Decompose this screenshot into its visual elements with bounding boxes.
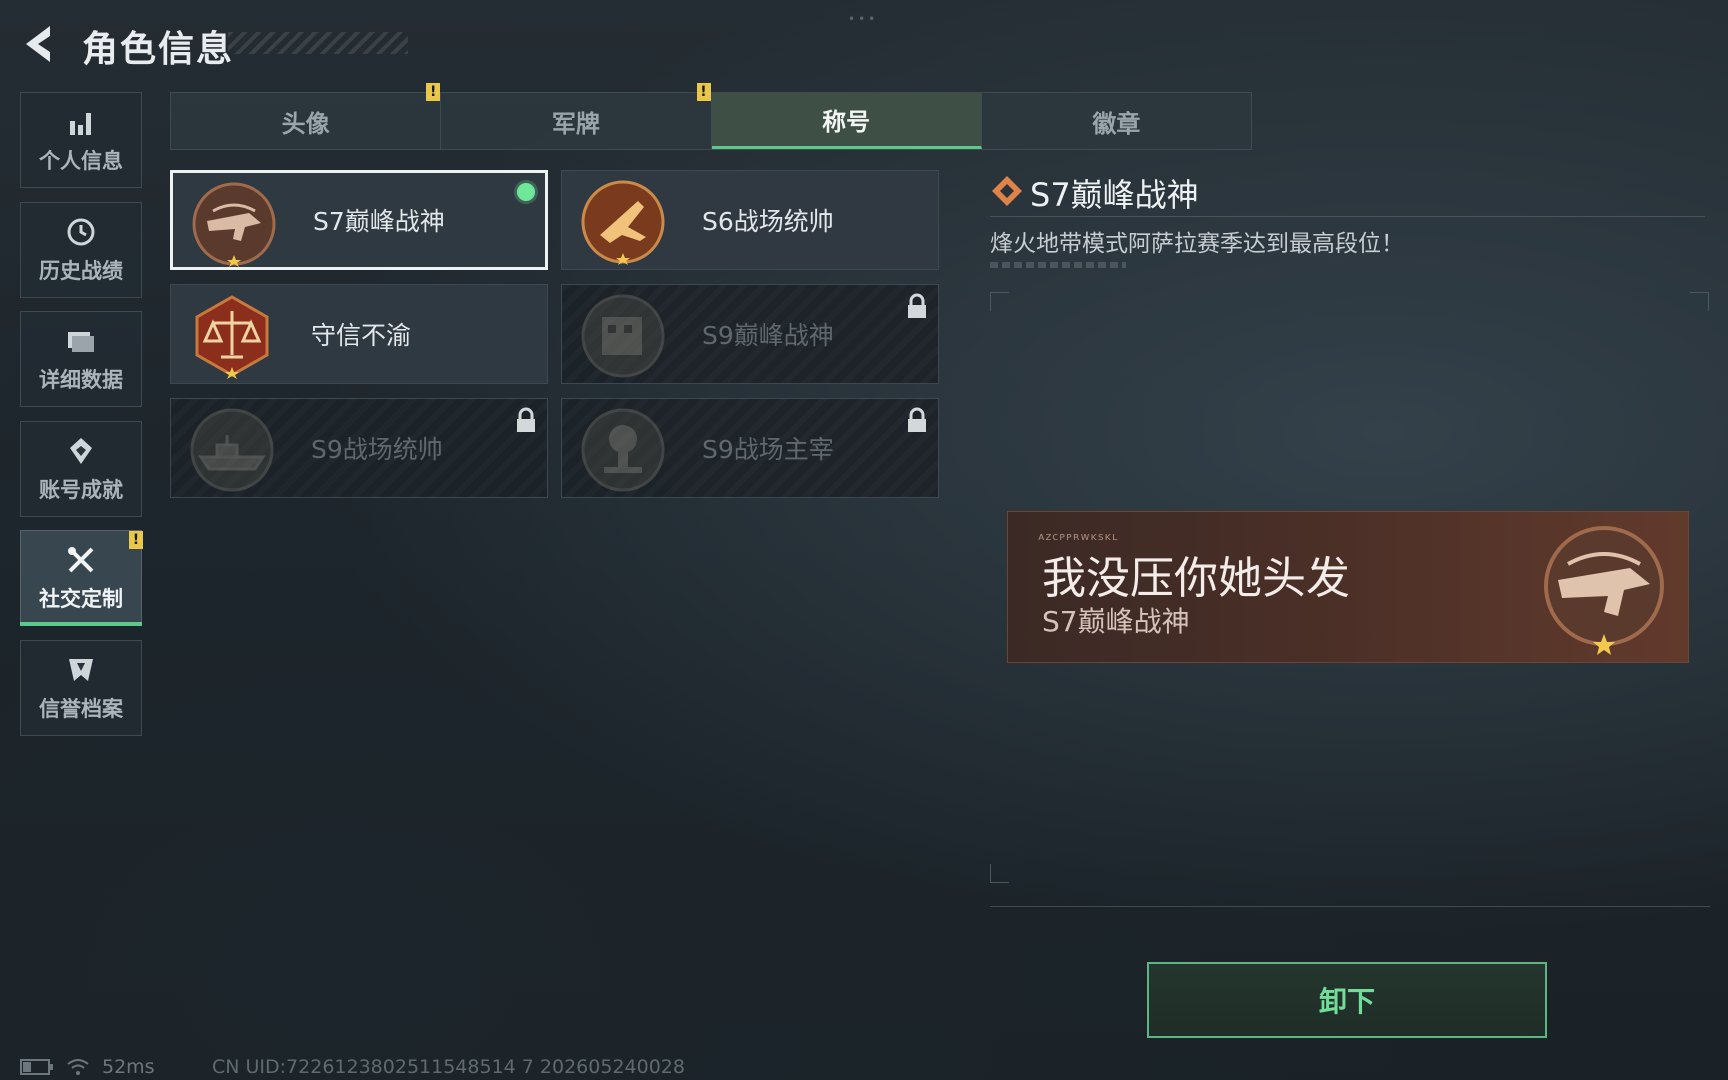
tab-bar: 头像 ! 军牌 ! 称号 徽章 (170, 83, 1252, 150)
achievement-icon (70, 438, 92, 464)
uid-text: CN UID:7226123802511548514 7 20260524002… (212, 1056, 685, 1078)
preview-nickname: 我没压你她头发 (1042, 553, 1350, 604)
tab-title[interactable]: 称号 (711, 93, 982, 149)
title-card[interactable]: 守信不渝 (170, 284, 548, 384)
title-preview-banner: ᴀᴢᴄᴘᴘʀᴡᴋsᴋʟ 我没压你她头发 S7巅峰战神 (1007, 511, 1689, 663)
scales-medal-icon (195, 295, 269, 379)
preview-title: S7巅峰战神 (1042, 605, 1190, 638)
history-clock-icon (67, 218, 95, 246)
title-card[interactable]: S6战场统帅 (561, 170, 939, 270)
tab-label: 称号 (822, 108, 871, 136)
shield-icon (69, 659, 93, 681)
jet-medal-icon (581, 180, 665, 265)
sidebar-item-label: 社交定制 (39, 587, 123, 611)
title-diamond-icon (992, 176, 1022, 206)
sidebar-item-label: 个人信息 (39, 149, 123, 173)
detail-description: 烽火地带模式阿萨拉赛季达到最高段位！ (990, 231, 1404, 257)
sidebar-item-label: 详细数据 (39, 368, 123, 392)
detail-divider (990, 216, 1705, 217)
unequip-button[interactable]: 卸下 (1147, 962, 1547, 1038)
equipped-indicator (517, 183, 535, 201)
sidebar-item-achievements[interactable]: 账号成就 (20, 421, 142, 517)
warning-badge: ! (129, 531, 143, 549)
sidebar-item-credit-record[interactable]: 信誉档案 (20, 640, 142, 736)
building-medal-icon (581, 294, 665, 378)
title-name: S9巅峰战神 (702, 321, 834, 350)
tab-avatar[interactable]: 头像 ! (171, 83, 442, 149)
more-dots-icon: ••• (848, 12, 879, 26)
battery-icon (20, 1059, 53, 1075)
ping-text: 52ms (102, 1056, 155, 1078)
title-name: S9战场统帅 (311, 435, 443, 464)
sidebar-item-label: 历史战绩 (39, 259, 123, 283)
title-name: S7巅峰战神 (313, 207, 445, 236)
frame-corner (990, 292, 1009, 311)
lock-icon (908, 293, 926, 318)
lock-icon (908, 407, 926, 432)
tab-label: 头像 (281, 109, 330, 138)
folder-icon (68, 332, 94, 352)
sidebar-item-personal-info[interactable]: 个人信息 (20, 92, 142, 188)
sidebar-item-detail-data[interactable]: 详细数据 (20, 311, 142, 407)
frame-corner (990, 864, 1009, 883)
wifi-icon (67, 1059, 89, 1075)
status-bar: 52ms (20, 1056, 155, 1078)
sidebar-item-history[interactable]: 历史战绩 (20, 202, 142, 298)
tab-label: 徽章 (1092, 109, 1141, 138)
title-card-locked[interactable]: S9战场统帅 (170, 398, 548, 498)
title-card[interactable]: S7巅峰战神 (170, 170, 548, 270)
detail-title: S7巅峰战神 (1030, 176, 1199, 214)
title-name: S9战场主宰 (702, 435, 834, 464)
sidebar-item-label: 账号成就 (39, 478, 123, 502)
warning-badge: ! (426, 83, 441, 101)
sidebar-item-label: 信誉档案 (39, 697, 123, 721)
tools-icon (68, 547, 94, 573)
bottom-divider (990, 906, 1710, 907)
frame-corner (1690, 292, 1709, 311)
bar-chart-icon (70, 113, 91, 135)
back-arrow-icon[interactable] (20, 22, 60, 66)
tab-badge[interactable]: 徽章 (982, 93, 1251, 149)
title-decoration (228, 32, 408, 54)
title-card-locked[interactable]: S9巅峰战神 (561, 284, 939, 384)
page-title: 角色信息 (82, 29, 235, 70)
crossbow-medal-icon (1544, 526, 1664, 655)
tab-dog-tag[interactable]: 军牌 ! (441, 83, 712, 149)
sidebar-active-indicator (20, 622, 142, 626)
sidebar-item-social-custom[interactable]: 社交定制 ! (20, 530, 143, 626)
crossbow-medal-icon (192, 182, 276, 267)
title-name: S6战场统帅 (702, 207, 834, 236)
tab-label: 军牌 (551, 109, 600, 138)
warning-badge: ! (696, 83, 711, 101)
detail-decoration (990, 262, 1126, 268)
title-name: 守信不渝 (311, 321, 412, 350)
warship-medal-icon (190, 408, 274, 492)
lock-icon (517, 407, 535, 432)
title-card-locked[interactable]: S9战场主宰 (561, 398, 939, 498)
mushroom-cloud-medal-icon (581, 408, 665, 492)
